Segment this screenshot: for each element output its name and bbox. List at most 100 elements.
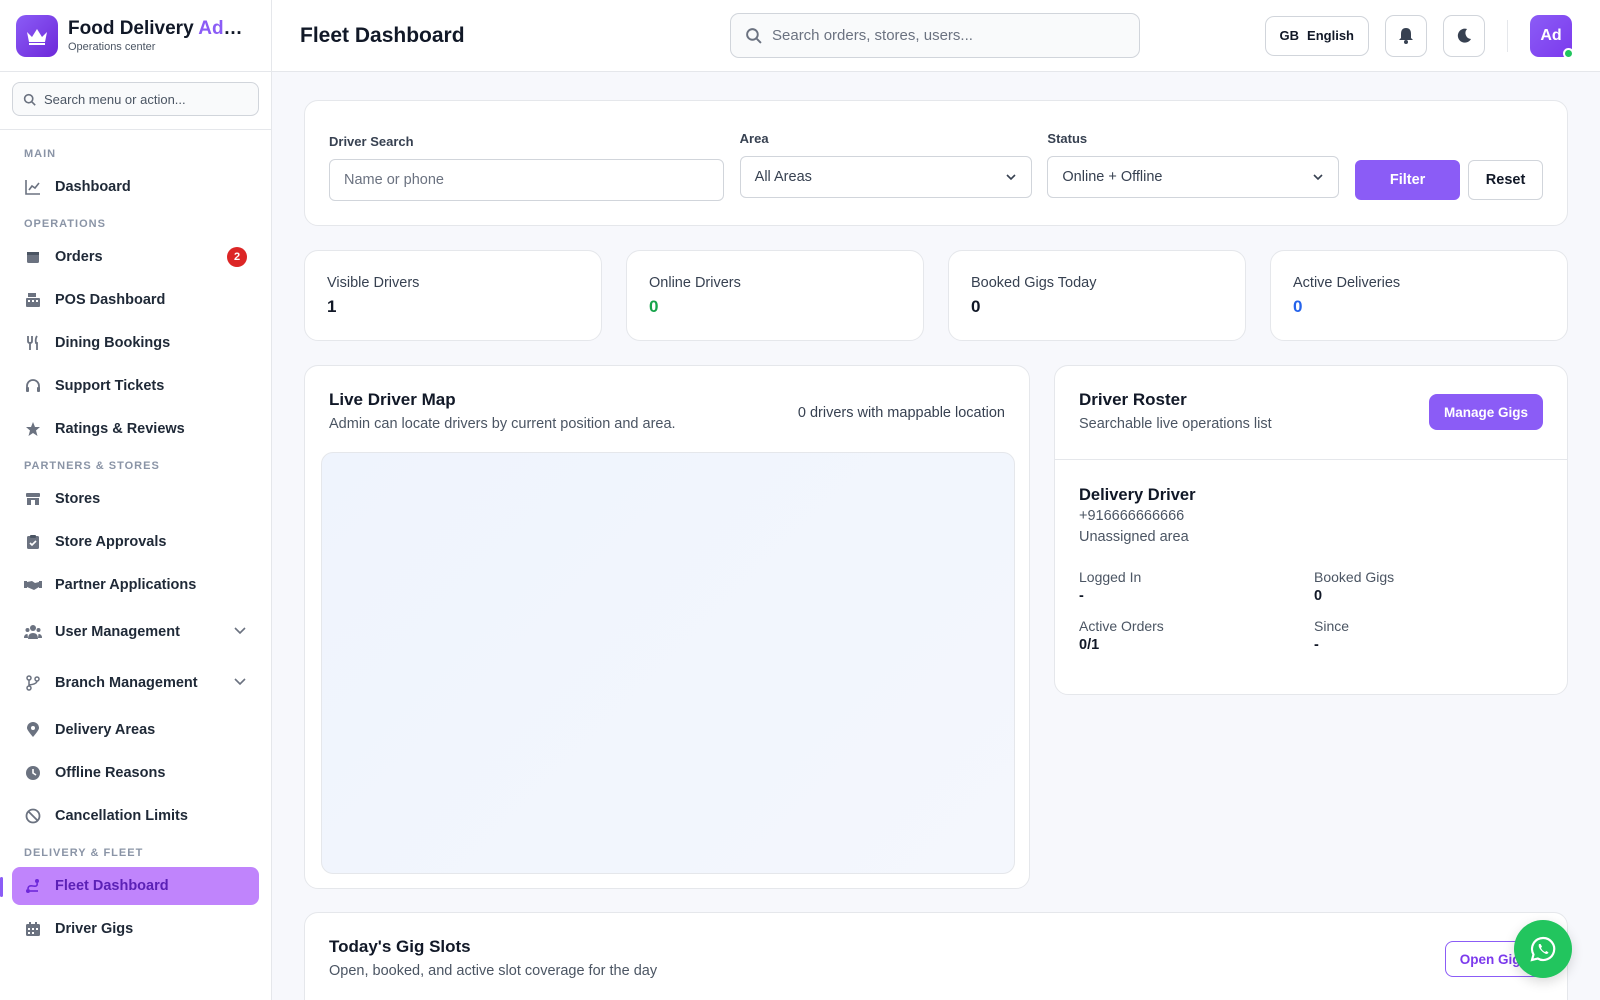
chevron-down-icon — [1006, 174, 1016, 181]
driver-list-item[interactable]: Delivery Driver +916666666666 Unassigned… — [1055, 460, 1567, 653]
status-select[interactable]: Online + Offline — [1047, 156, 1340, 198]
crown-icon — [16, 14, 58, 57]
brand-subtitle: Operations center — [68, 41, 156, 53]
calendar-icon — [24, 920, 42, 938]
area-select[interactable]: All Areas — [739, 156, 1033, 198]
sidebar-item-dining[interactable]: Dining Bookings — [12, 324, 259, 362]
flag-label: GB — [1279, 28, 1300, 43]
headset-icon — [24, 377, 42, 395]
status-label: Status — [1047, 131, 1088, 146]
cash-register-icon — [24, 291, 42, 309]
booked-gigs-label: Booked Gigs — [1314, 569, 1395, 585]
users-icon — [24, 623, 42, 641]
driver-roster-card: Driver Roster Searchable live operations… — [1054, 365, 1568, 695]
logged-in-value: - — [1079, 588, 1084, 604]
manage-gigs-button[interactable]: Manage Gigs — [1428, 394, 1543, 430]
chevron-down-icon — [233, 674, 247, 692]
driver-area: Unassigned area — [1079, 529, 1189, 545]
since-label: Since — [1314, 618, 1350, 634]
reset-button[interactable]: Reset — [1468, 160, 1543, 200]
sidebar-item-offline-reasons[interactable]: Offline Reasons — [12, 754, 259, 792]
sidebar-item-partner-applications[interactable]: Partner Applications — [12, 566, 259, 604]
store-icon — [24, 490, 42, 508]
sidebar-item-fleet-dashboard[interactable]: Fleet Dashboard — [0, 867, 259, 905]
driver-name: Delivery Driver — [1079, 486, 1196, 504]
content-row: Live Driver Map Admin can locate drivers… — [304, 365, 1568, 889]
avatar[interactable]: Ad — [1530, 14, 1574, 59]
sidebar-item-support[interactable]: Support Tickets — [12, 367, 259, 405]
sidebar-item-dashboard[interactable]: Dashboard — [12, 168, 259, 206]
sidebar-item-orders[interactable]: Orders 2 — [12, 238, 259, 276]
driver-search-input[interactable] — [344, 172, 709, 188]
whatsapp-icon — [1530, 936, 1556, 962]
filter-panel: Driver Search Area All Areas Status Onli… — [304, 100, 1568, 226]
clock-icon — [24, 764, 42, 782]
active-orders-label: Active Orders — [1079, 618, 1164, 634]
driver-search-label: Driver Search — [329, 134, 414, 149]
map-pin-icon — [24, 721, 42, 739]
global-search-box[interactable] — [730, 13, 1140, 58]
live-driver-map-card: Live Driver Map Admin can locate drivers… — [304, 365, 1030, 889]
sidebar-item-pos[interactable]: POS Dashboard — [12, 281, 259, 319]
section-main: MAIN — [24, 148, 57, 160]
filter-button[interactable]: Filter — [1355, 160, 1461, 200]
page-title: Fleet Dashboard — [300, 23, 465, 47]
stat-booked-gigs: Booked Gigs Today 0 — [948, 250, 1246, 341]
orders-count-badge: 2 — [227, 247, 247, 267]
sidebar-nav: MAIN Dashboard OPERATIONS Orders 2 POS D… — [0, 130, 271, 948]
menu-search-input[interactable] — [44, 91, 244, 107]
star-icon — [24, 420, 42, 438]
sidebar-item-branch-management[interactable]: Branch Management — [12, 660, 259, 706]
sidebar-item-cancellation-limits[interactable]: Cancellation Limits — [12, 797, 259, 835]
gig-slots-title: Today's Gig Slots — [329, 937, 471, 956]
menu-search-box[interactable] — [12, 82, 259, 116]
sidebar: Food Delivery Admin Operations center MA… — [0, 0, 272, 1000]
code-branch-icon — [24, 674, 42, 692]
utensils-icon — [24, 334, 42, 352]
booked-gigs-value: 0 — [1314, 588, 1323, 604]
chevron-down-icon — [1313, 174, 1323, 181]
sidebar-item-driver-gigs[interactable]: Driver Gigs — [12, 910, 259, 948]
stat-visible-drivers: Visible Drivers 1 — [304, 250, 602, 341]
ban-icon — [24, 807, 42, 825]
search-icon — [23, 93, 36, 106]
box-icon — [24, 248, 42, 266]
section-partners: PARTNERS & STORES — [24, 460, 160, 472]
stat-value: 0 — [649, 297, 659, 316]
driver-phone: +916666666666 — [1079, 508, 1185, 524]
stat-value: 1 — [327, 297, 337, 316]
active-orders-value: 0/1 — [1079, 637, 1100, 653]
sidebar-item-ratings[interactable]: Ratings & Reviews — [12, 410, 259, 448]
sidebar-item-user-management[interactable]: User Management — [12, 609, 259, 655]
map-canvas[interactable] — [321, 452, 1015, 874]
whatsapp-chat-button[interactable] — [1514, 920, 1572, 978]
search-icon — [746, 28, 762, 44]
clipboard-check-icon — [24, 533, 42, 551]
sidebar-item-stores[interactable]: Stores — [12, 480, 259, 518]
driver-search-field[interactable] — [329, 159, 724, 201]
gig-slots-subtitle: Open, booked, and active slot coverage f… — [329, 963, 658, 979]
language-selector[interactable]: GB English — [1264, 15, 1369, 56]
moon-icon — [1457, 28, 1471, 43]
map-driver-count: 0 drivers with mappable location — [797, 405, 1005, 421]
sidebar-item-store-approvals[interactable]: Store Approvals — [12, 523, 259, 561]
stats-row: Visible Drivers 1 Online Drivers 0 Booke… — [304, 250, 1568, 341]
chart-line-icon — [24, 178, 42, 196]
sidebar-item-delivery-areas[interactable]: Delivery Areas — [12, 711, 259, 749]
language-label: English — [1307, 28, 1354, 43]
stat-online-drivers: Online Drivers 0 — [626, 250, 924, 341]
brand[interactable]: Food Delivery Admin Operations center — [0, 0, 271, 72]
chevron-down-icon — [233, 623, 247, 641]
global-search-input[interactable] — [772, 27, 1112, 44]
bell-icon — [1399, 28, 1413, 44]
theme-toggle-button[interactable] — [1443, 14, 1485, 57]
gig-slots-card: Today's Gig Slots Open, booked, and acti… — [304, 912, 1568, 1000]
online-status-dot — [1563, 47, 1574, 59]
stat-active-deliveries: Active Deliveries 0 — [1270, 250, 1568, 341]
since-value: - — [1314, 637, 1319, 653]
stat-value: 0 — [971, 297, 981, 316]
section-delivery-fleet: DELIVERY & FLEET — [24, 847, 144, 859]
handshake-icon — [24, 576, 42, 594]
notifications-button[interactable] — [1385, 14, 1427, 57]
route-icon — [24, 877, 42, 895]
